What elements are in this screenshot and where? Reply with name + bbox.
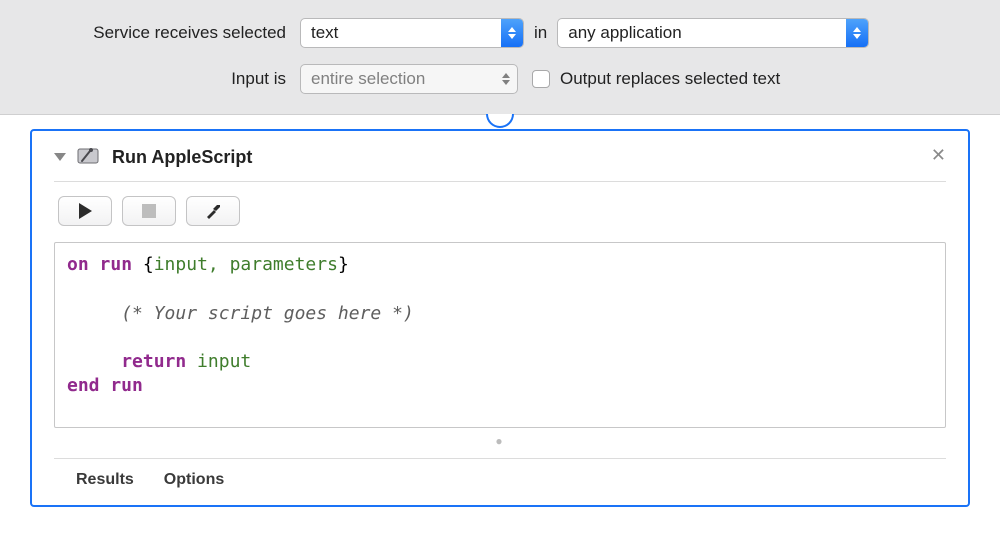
output-replaces-checkbox[interactable] xyxy=(532,70,550,88)
app-scope-popup[interactable]: any application xyxy=(557,18,869,48)
workflow-area: Run AppleScript ✕ on run {input, paramet… xyxy=(0,129,1000,523)
selection-mode-value: entire selection xyxy=(301,65,495,93)
stop-icon xyxy=(142,204,156,218)
header-row-receives: Service receives selected text in any ap… xyxy=(40,18,960,48)
applescript-action-icon xyxy=(76,145,100,169)
selection-mode-popup[interactable]: entire selection xyxy=(300,64,518,94)
header-row-inputis: Input is entire selection Output replace… xyxy=(40,64,960,94)
play-icon xyxy=(79,203,92,219)
app-scope-value: any application xyxy=(558,19,846,47)
action-footer: Results Options xyxy=(54,458,946,499)
script-editor[interactable]: on run {input, parameters} (* Your scrip… xyxy=(54,242,946,428)
run-script-button[interactable] xyxy=(58,196,112,226)
stepper-icon xyxy=(501,19,523,47)
compile-script-button[interactable] xyxy=(186,196,240,226)
connector xyxy=(0,115,1000,129)
stepper-icon xyxy=(495,65,517,93)
stepper-icon xyxy=(846,19,868,47)
input-type-value: text xyxy=(301,19,501,47)
service-header: Service receives selected text in any ap… xyxy=(0,0,1000,115)
disclosure-triangle-icon[interactable] xyxy=(54,153,66,161)
close-icon[interactable]: ✕ xyxy=(931,145,946,166)
connector-notch-icon xyxy=(486,114,514,128)
action-card: Run AppleScript ✕ on run {input, paramet… xyxy=(30,129,970,507)
resize-handle-icon[interactable]: ● xyxy=(54,428,946,458)
results-tab[interactable]: Results xyxy=(76,471,134,489)
stop-script-button[interactable] xyxy=(122,196,176,226)
hammer-icon xyxy=(203,201,223,221)
script-toolbar xyxy=(54,196,946,226)
receives-label: Service receives selected xyxy=(40,23,300,43)
in-label: in xyxy=(524,23,557,43)
action-title: Run AppleScript xyxy=(112,147,252,168)
input-type-popup[interactable]: text xyxy=(300,18,524,48)
output-replaces-wrap: Output replaces selected text xyxy=(532,69,780,89)
inputis-label: Input is xyxy=(40,69,300,89)
options-tab[interactable]: Options xyxy=(164,471,224,489)
output-replaces-label: Output replaces selected text xyxy=(560,69,780,89)
action-header: Run AppleScript ✕ xyxy=(54,145,946,182)
